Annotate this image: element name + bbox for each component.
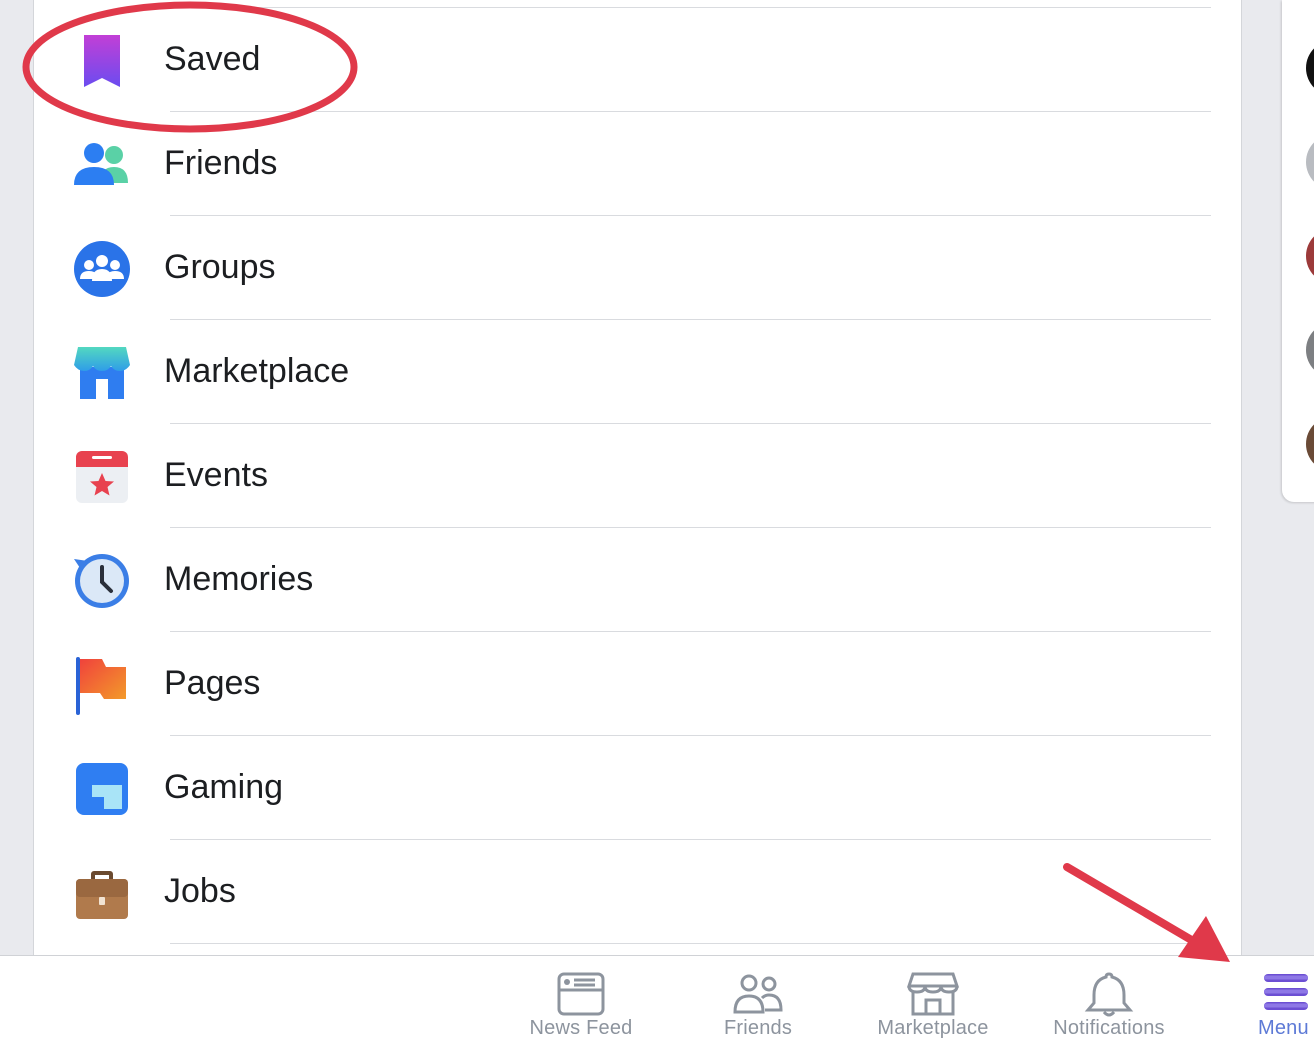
briefcase-icon — [72, 863, 132, 923]
menu-item-label: Saved — [164, 40, 261, 78]
menu-item-gaming[interactable]: Gaming — [34, 735, 1241, 839]
menu-item-label: Marketplace — [164, 352, 350, 390]
bookmark-icon — [72, 31, 132, 91]
menu-item-label: Pages — [164, 664, 261, 702]
menu-item-label: Gaming — [164, 768, 284, 806]
tab-news-feed[interactable]: News Feed — [511, 956, 651, 1057]
menu-item-memories[interactable]: Memories — [34, 527, 1241, 631]
menu-item-groups[interactable]: Groups — [34, 215, 1241, 319]
menu-item-jobs[interactable]: Jobs — [34, 839, 1241, 943]
tab-label: News Feed — [529, 1017, 633, 1039]
menu-item-marketplace[interactable]: Marketplace — [34, 319, 1241, 423]
tab-label: Notifications — [1053, 1017, 1165, 1039]
gaming-icon — [72, 759, 132, 819]
tab-label: Friends — [723, 1017, 793, 1039]
menu-item-pages[interactable]: Pages — [34, 631, 1241, 735]
news-feed-icon — [555, 970, 607, 1018]
bell-icon — [1083, 970, 1135, 1018]
avatar[interactable] — [1306, 40, 1314, 96]
marketplace-icon — [72, 343, 132, 403]
tab-menu[interactable]: Menu — [1240, 956, 1314, 1057]
friends-outline-icon — [732, 970, 784, 1018]
menu-item-label: Events — [164, 456, 268, 494]
tab-notifications[interactable]: Notifications — [1034, 956, 1184, 1057]
divider — [170, 943, 1211, 944]
tab-marketplace[interactable]: Marketplace — [858, 956, 1008, 1057]
avatar[interactable] — [1306, 134, 1314, 190]
tab-label: Menu — [1258, 1017, 1309, 1039]
menu-item-saved[interactable]: Saved — [34, 7, 1241, 111]
calendar-star-icon — [72, 447, 132, 507]
menu-item-label: Memories — [164, 560, 314, 598]
shop-icon — [907, 970, 959, 1018]
groups-icon — [72, 239, 132, 299]
flag-icon — [72, 655, 132, 715]
menu-item-events[interactable]: Events — [34, 423, 1241, 527]
menu-item-label: Friends — [164, 144, 278, 182]
menu-panel: Saved Friends Groups Marketplace Events … — [33, 0, 1242, 956]
menu-item-label: Jobs — [164, 872, 236, 910]
bottom-tab-bar: News Feed Friends Marketplace Notificati… — [0, 955, 1314, 1057]
hamburger-icon — [1260, 970, 1312, 1018]
menu-item-label: Groups — [164, 248, 276, 286]
tab-label: Marketplace — [877, 1017, 989, 1039]
clock-history-icon — [72, 551, 132, 611]
menu-item-friends[interactable]: Friends — [34, 111, 1241, 215]
friends-icon — [72, 135, 132, 195]
avatar[interactable] — [1306, 228, 1314, 284]
shortcuts-card — [1282, 0, 1314, 502]
avatar[interactable] — [1306, 416, 1314, 472]
avatar[interactable] — [1306, 322, 1314, 378]
tab-friends[interactable]: Friends — [688, 956, 828, 1057]
